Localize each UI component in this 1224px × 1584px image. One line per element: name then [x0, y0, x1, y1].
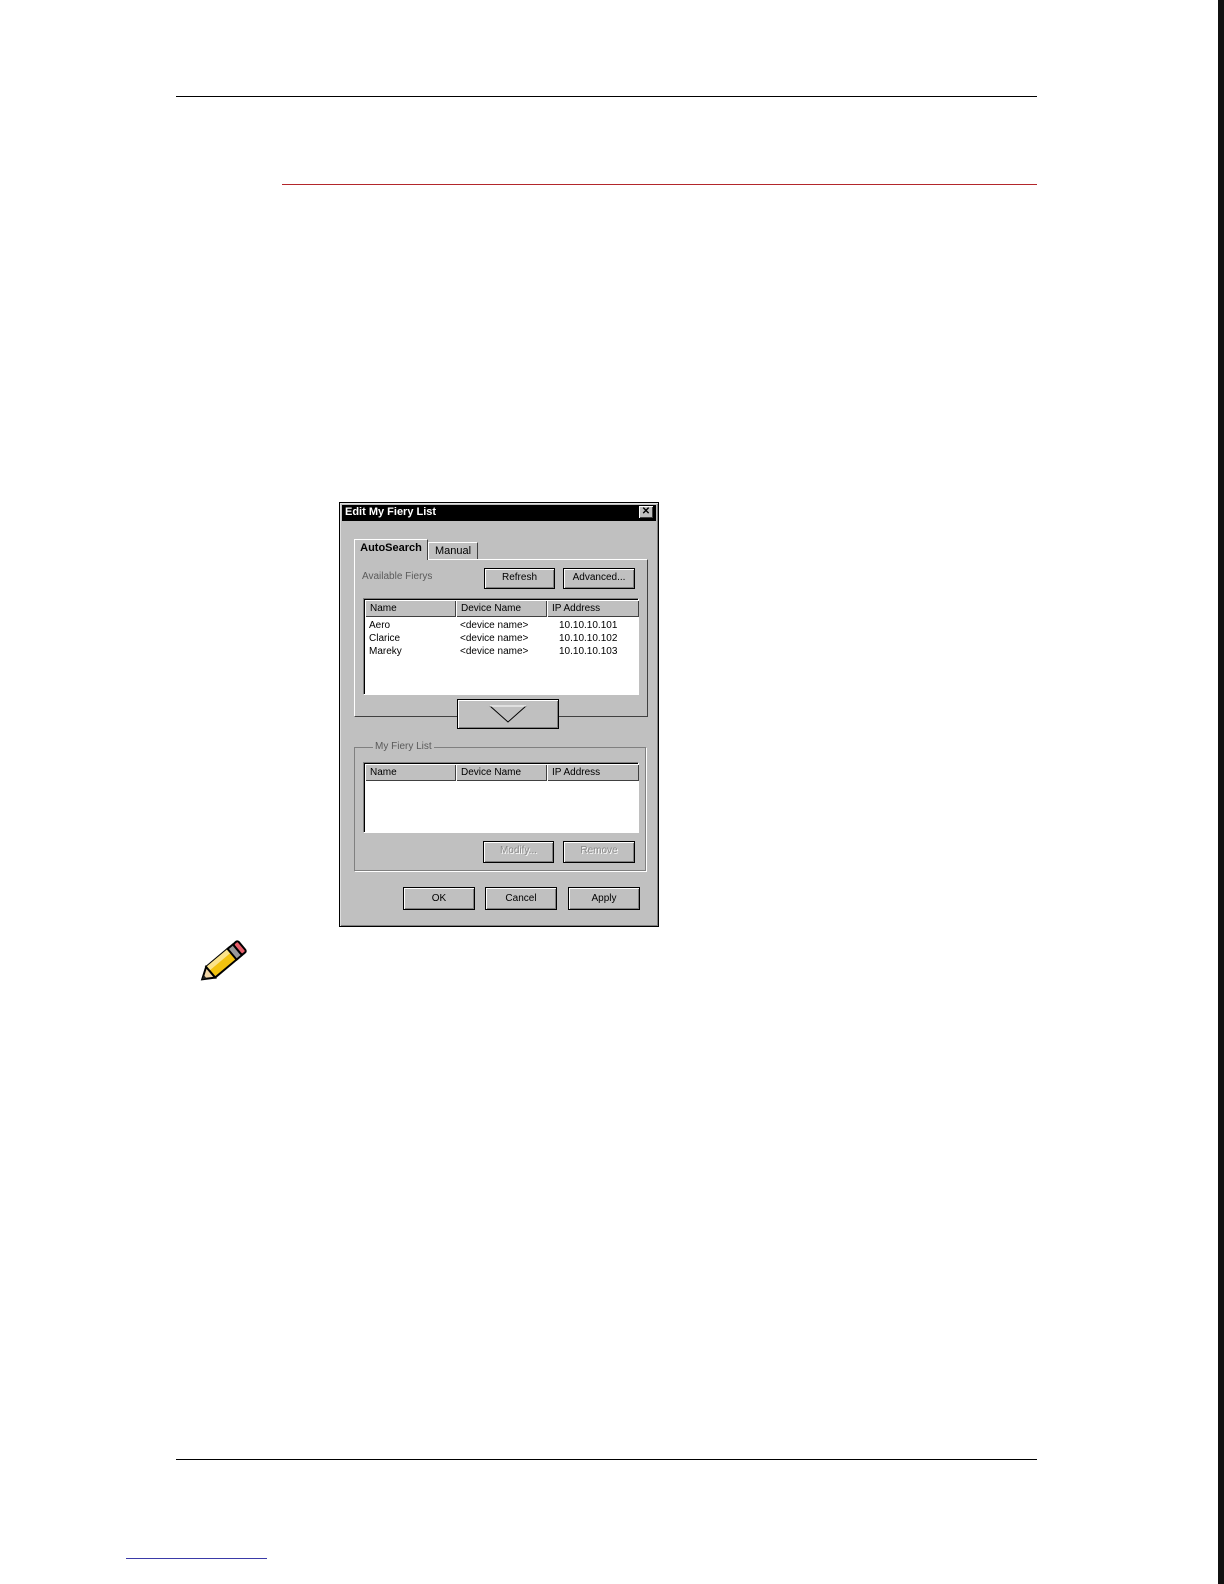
fiery-ip-address: 10.10.10.103: [559, 646, 618, 657]
tab-manual-label: Manual: [434, 545, 472, 557]
advanced-button[interactable]: Advanced...: [563, 568, 635, 589]
list-header: Name Device Name IP Address: [365, 764, 639, 781]
remove-button[interactable]: Remove: [563, 841, 635, 863]
modify-button[interactable]: Modify...: [483, 841, 554, 863]
column-header-device-name[interactable]: Device Name: [456, 600, 547, 617]
column-header-ip-address[interactable]: IP Address: [547, 600, 639, 617]
list-item[interactable]: Aero <device name> 10.10.10.101: [365, 620, 637, 633]
tab-autosearch-label: AutoSearch: [360, 542, 422, 554]
add-to-list-button[interactable]: [457, 699, 559, 729]
column-header-ip-address[interactable]: IP Address: [547, 764, 639, 781]
section-rule: [282, 184, 1037, 185]
dialog-title: Edit My Fiery List: [345, 506, 437, 518]
fiery-device-name: <device name>: [460, 633, 529, 644]
down-triangle-icon: [489, 705, 527, 723]
column-header-name[interactable]: Name: [365, 600, 456, 617]
column-header-name[interactable]: Name: [365, 764, 456, 781]
fiery-device-name: <device name>: [460, 620, 529, 631]
column-header-device-name[interactable]: Device Name: [456, 764, 547, 781]
ok-button[interactable]: OK: [403, 887, 475, 910]
apply-button[interactable]: Apply: [568, 887, 640, 910]
edit-my-fiery-list-dialog: Edit My Fiery List ✕ AutoSearch Manual A…: [339, 502, 659, 927]
my-fiery-list-group: My Fiery List Name Device Name IP Addres…: [354, 741, 646, 871]
available-fierys-label: Available Fierys: [362, 571, 433, 582]
fiery-ip-address: 10.10.10.102: [559, 633, 618, 644]
fiery-device-name: <device name>: [460, 646, 529, 657]
available-fierys-list[interactable]: Name Device Name IP Address Aero <device…: [363, 598, 639, 695]
tab-autosearch[interactable]: AutoSearch: [354, 539, 428, 560]
list-item[interactable]: Mareky <device name> 10.10.10.103: [365, 646, 637, 659]
my-fiery-list-label: My Fiery List: [373, 741, 434, 752]
list-header: Name Device Name IP Address: [365, 600, 639, 617]
tab-manual[interactable]: Manual: [428, 542, 478, 560]
refresh-button[interactable]: Refresh: [484, 568, 555, 589]
pencil-icon: [200, 940, 247, 981]
footer-link-underline: [126, 1558, 267, 1559]
fiery-ip-address: 10.10.10.101: [559, 620, 618, 631]
close-icon[interactable]: ✕: [639, 506, 653, 518]
list-item[interactable]: Clarice <device name> 10.10.10.102: [365, 633, 637, 646]
page-edge-bar: [1218, 0, 1224, 1584]
footer-rule: [176, 1459, 1037, 1460]
dialog-titlebar[interactable]: Edit My Fiery List ✕: [342, 505, 656, 521]
fiery-name: Mareky: [369, 646, 402, 657]
autosearch-panel: Available Fierys Refresh Advanced... Nam…: [354, 559, 648, 717]
cancel-button[interactable]: Cancel: [485, 887, 557, 910]
fiery-name: Aero: [369, 620, 391, 631]
fiery-name: Clarice: [369, 633, 401, 644]
my-fiery-list[interactable]: Name Device Name IP Address: [363, 762, 639, 833]
header-rule: [176, 96, 1037, 97]
